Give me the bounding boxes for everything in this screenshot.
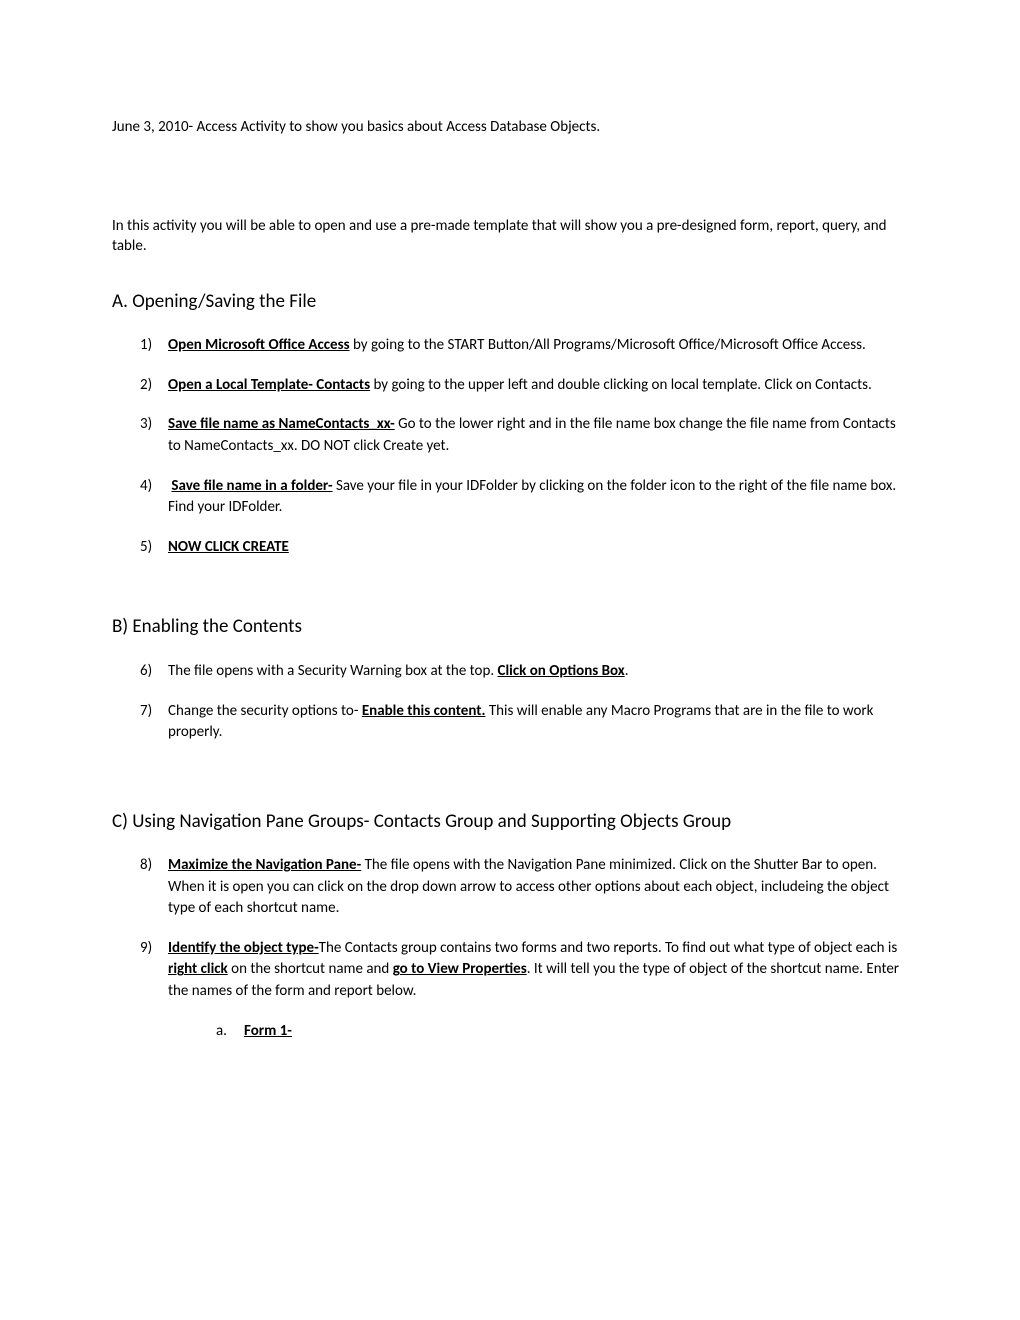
list-item: 6) The file opens with a Security Warnin… (140, 661, 908, 683)
section-b-list: 6) The file opens with a Security Warnin… (140, 661, 908, 744)
item-lead: Identify the object type- (168, 939, 319, 957)
item-text: The Contacts group contains two forms an… (319, 939, 898, 957)
document-page: June 3, 2010- Access Activity to show yo… (0, 0, 1020, 1120)
date-line: June 3, 2010- Access Activity to show yo… (112, 118, 908, 136)
item-text: Change the security options to- (168, 702, 362, 720)
item-number: 8) (140, 855, 152, 877)
item-number: 5) (140, 537, 152, 559)
item-number: 7) (140, 701, 152, 723)
section-c-heading: C) Using Navigation Pane Groups- Contact… (112, 810, 908, 833)
item-lead: NOW CLICK CREATE (168, 538, 289, 556)
item-number: 6) (140, 661, 152, 683)
list-item: 4) Save file name in a folder- Save your… (140, 476, 908, 519)
sub-marker: a. (216, 1021, 227, 1043)
item-text: by going to the START Button/All Program… (350, 336, 866, 354)
item-number: 2) (140, 375, 152, 397)
sublist: a. Form 1- (216, 1021, 908, 1043)
item-lead: Click on Options Box (498, 662, 625, 680)
item-bold: right click (168, 960, 228, 978)
item-bold: go to View Properties (393, 960, 527, 978)
item-lead: Open Microsoft Office Access (168, 336, 350, 354)
sublist-item: a. Form 1- (216, 1021, 908, 1043)
list-item: 5) NOW CLICK CREATE (140, 537, 908, 559)
section-b-heading: B) Enabling the Contents (112, 616, 908, 639)
item-text: by going to the upper left and double cl… (370, 376, 872, 394)
sub-text: Form 1- (244, 1022, 292, 1040)
section-c-list: 8) Maximize the Navigation Pane- The fil… (140, 855, 908, 1042)
list-item: 2) Open a Local Template- Contacts by go… (140, 375, 908, 397)
item-lead: Enable this content. (362, 702, 486, 720)
item-lead: Save file name in a folder- (171, 477, 332, 495)
item-lead: Maximize the Navigation Pane- (168, 856, 361, 874)
list-item: 9) Identify the object type-The Contacts… (140, 938, 908, 1042)
item-number: 3) (140, 414, 152, 436)
item-lead: Save file name as NameContacts_xx- (168, 415, 395, 433)
item-number: 1) (140, 335, 152, 357)
item-text: . (625, 662, 629, 680)
item-text: on the shortcut name and (228, 960, 393, 978)
item-number: 9) (140, 938, 152, 960)
section-a-list: 1) Open Microsoft Office Access by going… (140, 335, 908, 558)
section-a-heading: A. Opening/Saving the File (112, 291, 908, 314)
list-item: 3) Save file name as NameContacts_xx- Go… (140, 414, 908, 457)
item-lead: Open a Local Template- Contacts (168, 376, 370, 394)
list-item: 1) Open Microsoft Office Access by going… (140, 335, 908, 357)
list-item: 7) Change the security options to- Enabl… (140, 701, 908, 744)
item-text: The file opens with a Security Warning b… (168, 662, 498, 680)
item-number: 4) (140, 476, 152, 498)
intro-paragraph: In this activity you will be able to ope… (112, 216, 908, 257)
list-item: 8) Maximize the Navigation Pane- The fil… (140, 855, 908, 920)
